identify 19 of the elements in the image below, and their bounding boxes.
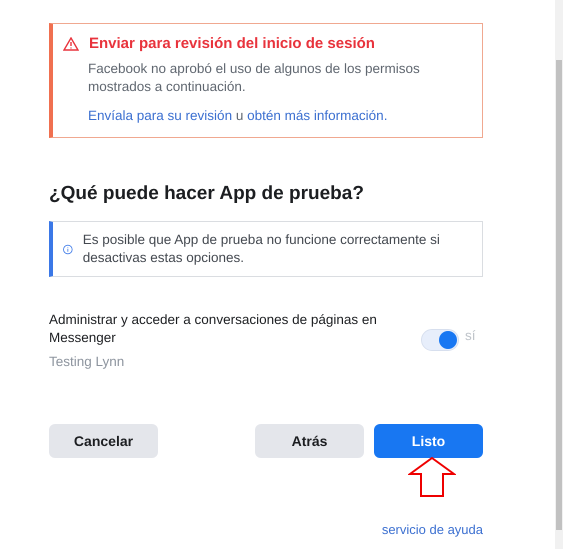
help-link[interactable]: servicio de ayuda (382, 522, 483, 537)
up-arrow-icon (408, 457, 456, 497)
section-heading: ¿Qué puede hacer App de prueba? (49, 183, 365, 205)
warning-icon (63, 36, 79, 50)
more-info-link[interactable]: obtén más información. (247, 108, 388, 123)
cancel-button[interactable]: Cancelar (49, 424, 158, 458)
info-text: Es posible que App de prueba no funcione correctamente si desactivas estas opciones. (82, 231, 441, 267)
submit-review-link[interactable]: Envíala para su revisión (88, 108, 232, 123)
permission-label: Administrar y acceder a conversaciones de páginas en Messenger (49, 311, 378, 347)
toggle-state-label: sí (465, 328, 477, 342)
toggle-switch[interactable] (421, 329, 459, 351)
link-joiner: u (236, 108, 244, 123)
done-button[interactable]: Listo (374, 424, 483, 458)
info-icon (63, 242, 73, 256)
alert-title: Enviar para revisión del inicio de sesión (89, 35, 375, 52)
account-name: Testing Lynn (49, 354, 126, 369)
alert-message: Facebook no aprobó el uso de algunos de los permisos mostrados a continuación. (87, 60, 421, 96)
back-button[interactable]: Atrás (255, 424, 364, 458)
scrollbar[interactable] (555, 0, 563, 549)
